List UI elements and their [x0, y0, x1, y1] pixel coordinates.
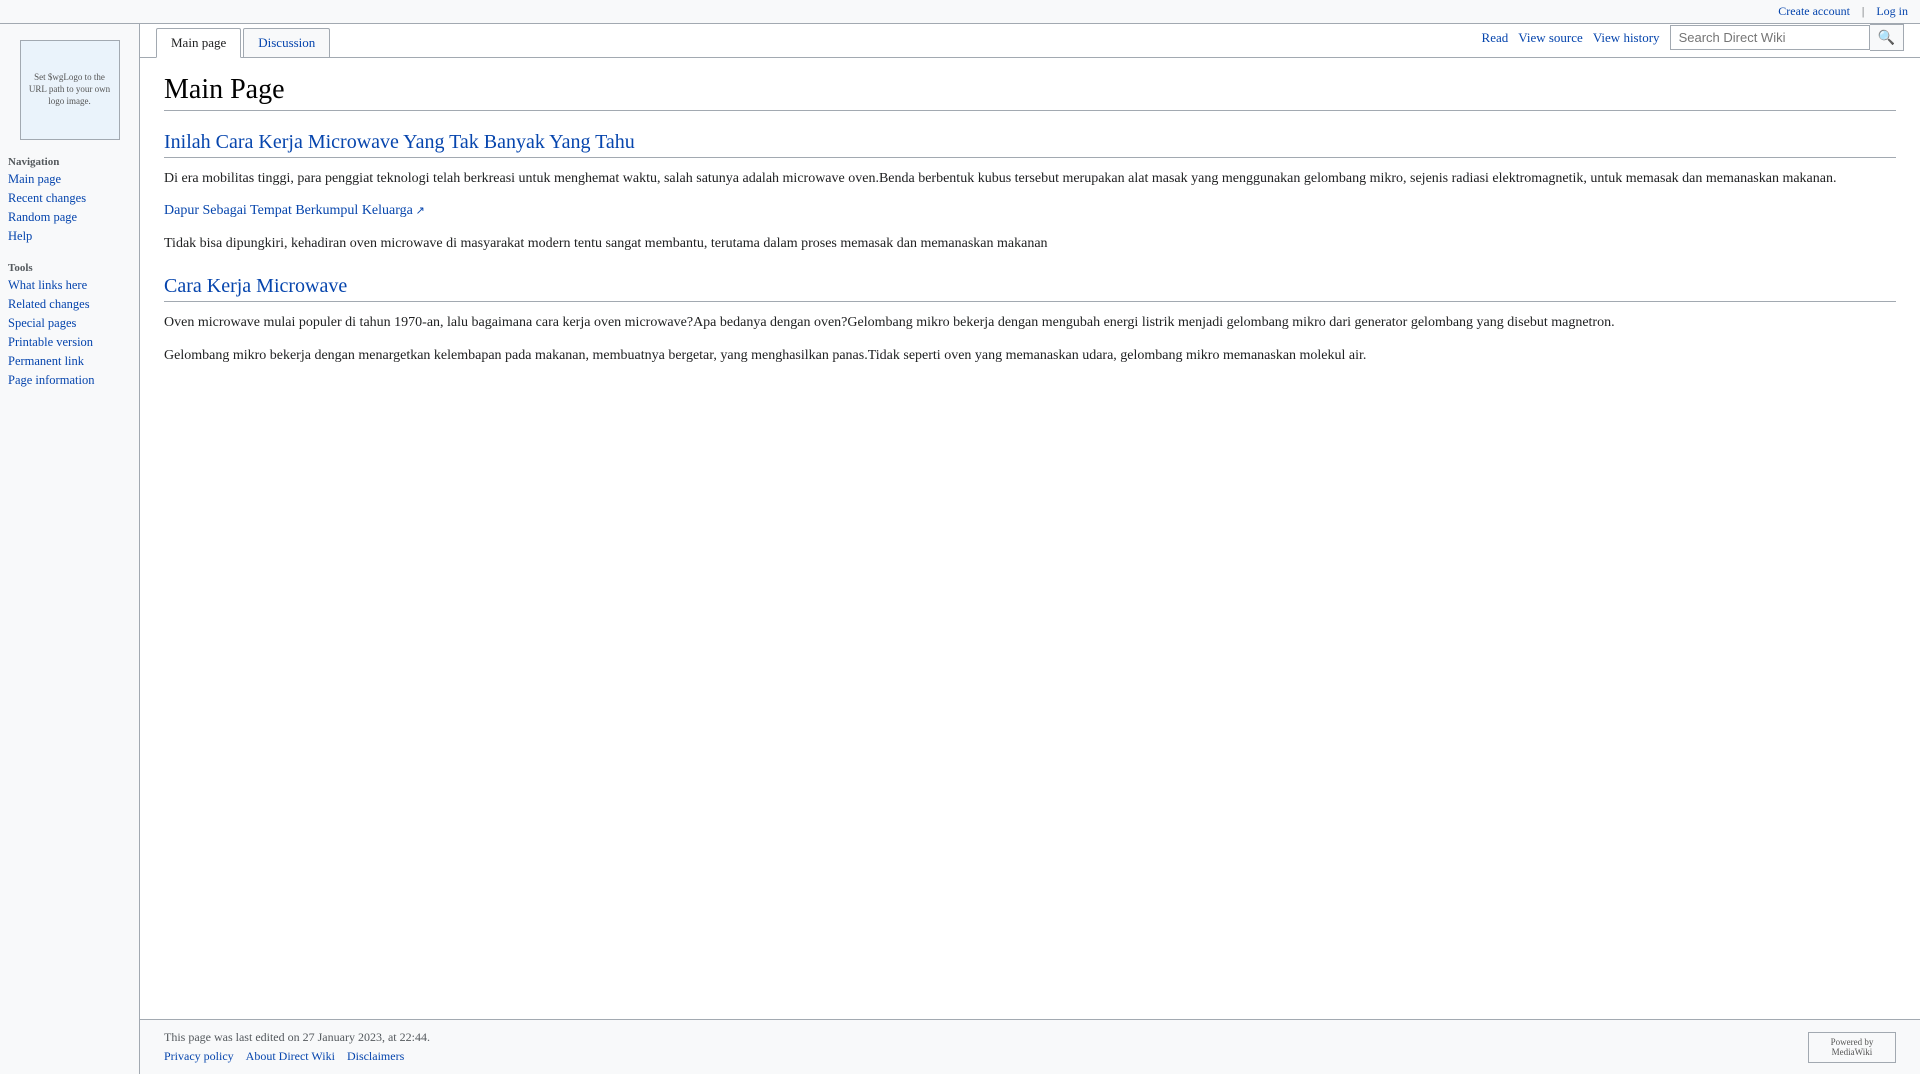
- dapur-link[interactable]: Dapur Sebagai Tempat Berkumpul Keluarga: [164, 203, 425, 218]
- sidebar: Set $wgLogo to the URL path to your own …: [0, 24, 140, 1074]
- sidebar-item-what-links-here[interactable]: What links here: [0, 276, 139, 295]
- tab-main-page[interactable]: Main page: [156, 28, 241, 58]
- sidebar-item-printable-version[interactable]: Printable version: [0, 333, 139, 352]
- page-actions: Read View source View history 🔍: [1482, 24, 1904, 57]
- sidebar-navigation: Navigation Main page Recent changes Rand…: [0, 152, 139, 246]
- about-link[interactable]: About Direct Wiki: [246, 1049, 335, 1064]
- tab-discussion[interactable]: Discussion: [243, 28, 330, 57]
- log-in-link[interactable]: Log in: [1876, 4, 1908, 19]
- disclaimers-link[interactable]: Disclaimers: [347, 1049, 404, 1064]
- page-tabs: Main page Discussion: [156, 28, 332, 57]
- sidebar-item-help[interactable]: Help: [0, 227, 139, 246]
- section-1-after-link: Tidak bisa dipungkiri, kehadiran oven mi…: [164, 233, 1896, 255]
- footer-left: This page was last edited on 27 January …: [164, 1030, 430, 1064]
- sidebar-item-main-page[interactable]: Main page: [0, 170, 139, 189]
- privacy-policy-link[interactable]: Privacy policy: [164, 1049, 234, 1064]
- section-1-link-paragraph: Dapur Sebagai Tempat Berkumpul Keluarga: [164, 200, 1896, 222]
- view-source-link[interactable]: View source: [1518, 30, 1583, 46]
- sidebar-item-special-pages[interactable]: Special pages: [0, 314, 139, 333]
- section-1-heading: Inilah Cara Kerja Microwave Yang Tak Ban…: [164, 131, 1896, 158]
- page-header: Main page Discussion Read View source Vi…: [140, 24, 1920, 58]
- section-2-heading: Cara Kerja Microwave: [164, 275, 1896, 302]
- page-title: Main Page: [164, 74, 1896, 111]
- search-button[interactable]: 🔍: [1870, 24, 1904, 51]
- sidebar-item-random-page[interactable]: Random page: [0, 208, 139, 227]
- mediawiki-badge: Powered byMediaWiki: [1808, 1032, 1896, 1063]
- sidebar-nav-title: Navigation: [0, 152, 139, 170]
- section-2-paragraph-1: Oven microwave mulai populer di tahun 19…: [164, 312, 1896, 334]
- main-content-area: Main page Discussion Read View source Vi…: [140, 24, 1920, 1074]
- search-input[interactable]: [1670, 25, 1870, 50]
- sidebar-item-related-changes[interactable]: Related changes: [0, 295, 139, 314]
- sidebar-item-recent-changes[interactable]: Recent changes: [0, 189, 139, 208]
- sidebar-item-page-information[interactable]: Page information: [0, 371, 139, 390]
- section-2-paragraph-2: Gelombang mikro bekerja dengan menargetk…: [164, 345, 1896, 367]
- read-link[interactable]: Read: [1482, 30, 1509, 46]
- top-bar: Create account | Log in: [0, 0, 1920, 24]
- create-account-link[interactable]: Create account: [1778, 4, 1850, 19]
- last-edited-text: This page was last edited on 27 January …: [164, 1030, 430, 1044]
- powered-by: Powered byMediaWiki: [1808, 1032, 1896, 1063]
- section-1-paragraph-1: Di era mobilitas tinggi, para penggiat t…: [164, 168, 1896, 190]
- footer-links: Privacy policy About Direct Wiki Disclai…: [164, 1049, 430, 1064]
- sidebar-item-permanent-link[interactable]: Permanent link: [0, 352, 139, 371]
- article-content: Main Page Inilah Cara Kerja Microwave Ya…: [140, 58, 1920, 1019]
- site-logo: Set $wgLogo to the URL path to your own …: [20, 40, 120, 140]
- view-history-link[interactable]: View history: [1593, 30, 1660, 46]
- sidebar-tools: Tools What links here Related changes Sp…: [0, 258, 139, 390]
- sidebar-tools-title: Tools: [0, 258, 139, 276]
- search-form: 🔍: [1670, 24, 1904, 51]
- page-footer: This page was last edited on 27 January …: [140, 1019, 1920, 1074]
